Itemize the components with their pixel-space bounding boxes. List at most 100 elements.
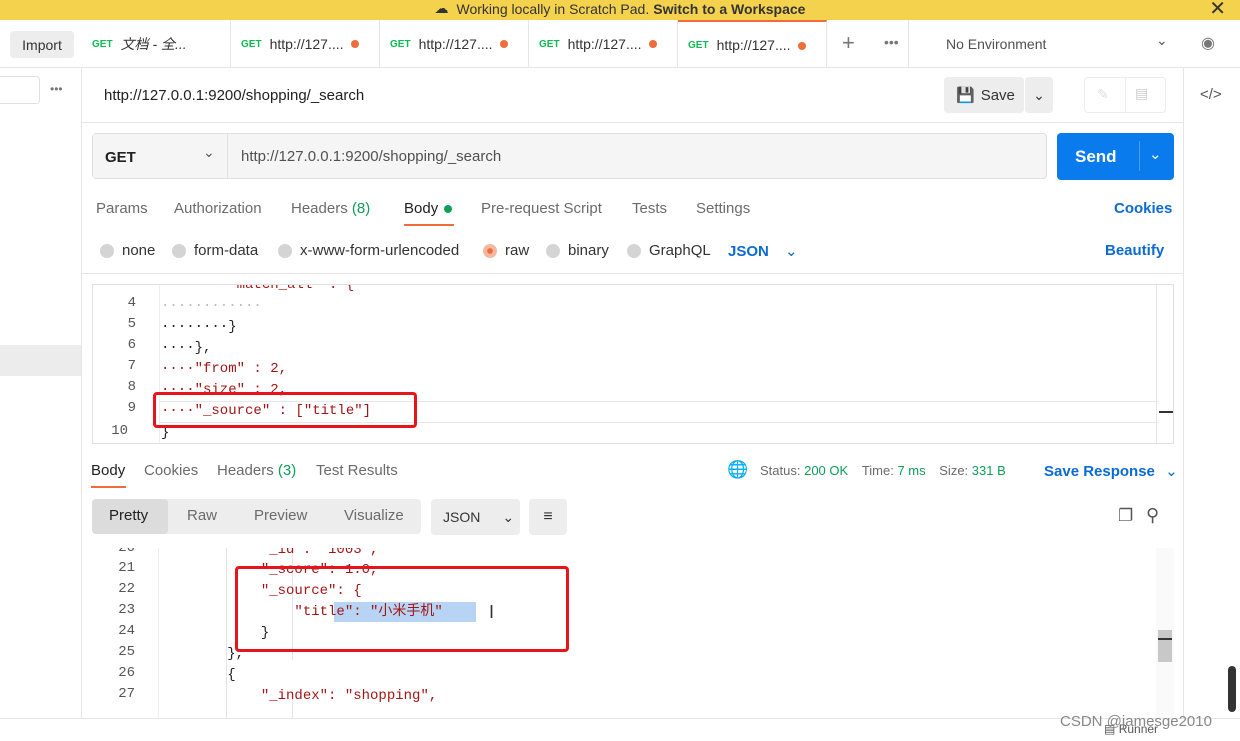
- scroll-marker: [1158, 638, 1172, 640]
- view-preview[interactable]: Preview: [254, 507, 307, 524]
- chevron-down-icon[interactable]: ⌄: [1149, 145, 1162, 163]
- request-tab[interactable]: GET http://127....: [529, 20, 678, 68]
- right-rail: </>: [1183, 68, 1240, 718]
- watermark: CSDN @jamesge2010: [1060, 713, 1212, 730]
- request-name: http://127.0.0.1:9200/shopping/_search: [104, 87, 365, 104]
- code-line: },: [160, 646, 245, 662]
- request-tab[interactable]: GET http://127....: [380, 20, 529, 68]
- status-value[interactable]: 200 OK: [804, 463, 848, 478]
- import-button[interactable]: Import: [10, 31, 74, 58]
- radio-none[interactable]: none: [100, 242, 155, 259]
- tab-title: http://127....: [418, 36, 493, 52]
- time-value[interactable]: 7 ms: [897, 463, 925, 478]
- code-line: {: [160, 667, 236, 683]
- view-visualize[interactable]: Visualize: [344, 507, 404, 524]
- search-icon[interactable]: ⚲: [1146, 505, 1159, 526]
- chevron-down-icon: ⌄: [203, 144, 215, 160]
- unsaved-dot-icon: [351, 40, 359, 48]
- tab-response-body[interactable]: Body: [91, 462, 125, 479]
- sidebar-search-input[interactable]: [0, 76, 40, 104]
- pencil-icon[interactable]: ✎: [1097, 86, 1109, 103]
- chevron-down-icon[interactable]: ⌄: [1156, 32, 1168, 49]
- divider: [1125, 78, 1126, 112]
- copy-icon[interactable]: ❐: [1118, 506, 1133, 526]
- view-pretty-label: Pretty: [109, 507, 149, 524]
- response-format-select[interactable]: JSON ⌄: [431, 499, 520, 535]
- divider: [82, 122, 1183, 123]
- radio-binary[interactable]: binary: [546, 242, 609, 259]
- size-value[interactable]: 331 B: [972, 463, 1006, 478]
- sidebar-selected-item[interactable]: [0, 345, 81, 376]
- tab-body[interactable]: Body: [404, 200, 453, 217]
- method-select[interactable]: GET ⌄: [93, 134, 228, 178]
- radio-form-data[interactable]: form-data: [172, 242, 258, 259]
- save-response-button[interactable]: Save Response ⌄: [1044, 462, 1178, 480]
- line-number: 25: [118, 644, 135, 660]
- globe-icon[interactable]: 🌐: [727, 460, 748, 480]
- save-button[interactable]: 💾 Save: [944, 77, 1024, 113]
- tab-settings[interactable]: Settings: [696, 200, 750, 217]
- line-number: 22: [118, 581, 135, 597]
- radio-raw[interactable]: raw: [483, 242, 529, 259]
- tab-response-headers[interactable]: Headers (3): [217, 462, 296, 479]
- scrollbar-thumb[interactable]: [1158, 630, 1172, 662]
- radio-graphql[interactable]: GraphQL: [627, 242, 711, 259]
- active-tab-underline: [91, 486, 126, 488]
- annotation-box: [153, 392, 417, 428]
- line-number: 4: [127, 295, 136, 311]
- beautify-link[interactable]: Beautify: [1105, 242, 1164, 259]
- tab-params[interactable]: Params: [96, 200, 148, 217]
- tab-title: http://127....: [269, 36, 344, 52]
- code-icon[interactable]: </>: [1200, 86, 1222, 103]
- line-number: 8: [127, 379, 136, 395]
- tab-response-cookies[interactable]: Cookies: [144, 462, 198, 479]
- divider: [82, 273, 1183, 274]
- tab-authorization[interactable]: Authorization: [174, 200, 262, 217]
- request-tab[interactable]: GET 文档 - 全...: [82, 20, 231, 68]
- divider: [1139, 141, 1140, 171]
- footer-bar: [0, 718, 1240, 741]
- code-line: ····},: [161, 340, 212, 356]
- view-mode-selector: Pretty Raw Preview Visualize: [92, 499, 421, 534]
- edit-actions: ✎ ▤: [1084, 77, 1166, 113]
- save-dropdown[interactable]: ⌄: [1025, 77, 1053, 113]
- cookies-link[interactable]: Cookies: [1114, 200, 1172, 217]
- sidebar: •••: [0, 68, 82, 741]
- code-line: ········"match_all" : {: [161, 284, 355, 293]
- tab-test-results[interactable]: Test Results: [316, 462, 398, 479]
- scrollbar-track: [1156, 285, 1157, 443]
- code-line: ············: [161, 298, 262, 314]
- save-icon: 💾: [956, 87, 975, 104]
- send-button[interactable]: Send ⌄: [1057, 133, 1174, 180]
- close-icon[interactable]: ✕: [1209, 0, 1226, 21]
- sidebar-more-icon[interactable]: •••: [50, 82, 63, 96]
- tab-headers[interactable]: Headers (8): [291, 200, 370, 217]
- unsaved-dot-icon: [500, 40, 508, 48]
- line-number: 5: [127, 316, 136, 332]
- request-tab-active[interactable]: GET http://127....: [678, 20, 827, 68]
- code-line: ····"from" : 2,: [161, 361, 288, 377]
- radio-x-www-form-urlencoded[interactable]: x-www-form-urlencoded: [278, 242, 459, 259]
- request-tab[interactable]: GET http://127....: [231, 20, 380, 68]
- wrap-lines-icon[interactable]: ≡: [529, 499, 567, 535]
- tab-tests[interactable]: Tests: [632, 200, 667, 217]
- eye-icon[interactable]: ◉: [1201, 33, 1215, 53]
- line-number: 10: [111, 423, 128, 439]
- annotation-box: [235, 566, 569, 652]
- tab-title: http://127....: [716, 37, 791, 53]
- switch-workspace-link[interactable]: Switch to a Workspace: [653, 1, 805, 17]
- environment-select[interactable]: No Environment: [946, 36, 1046, 52]
- url-input[interactable]: http://127.0.0.1:9200/shopping/_search: [241, 148, 501, 165]
- body-format-select[interactable]: JSON ⌄: [728, 242, 798, 260]
- line-number: 27: [118, 686, 135, 702]
- banner-text: Working locally in Scratch Pad.: [456, 1, 650, 17]
- method-label: GET: [539, 38, 560, 50]
- comment-icon[interactable]: ▤: [1135, 85, 1148, 102]
- view-raw[interactable]: Raw: [187, 507, 217, 524]
- chevron-down-icon: ⌄: [785, 243, 798, 260]
- tab-pre-request-script[interactable]: Pre-request Script: [481, 200, 602, 217]
- window-scrollbar[interactable]: [1228, 666, 1236, 712]
- new-tab-plus-icon[interactable]: +: [842, 30, 855, 56]
- tab-more-icon[interactable]: •••: [884, 34, 899, 50]
- line-number: 26: [118, 665, 135, 681]
